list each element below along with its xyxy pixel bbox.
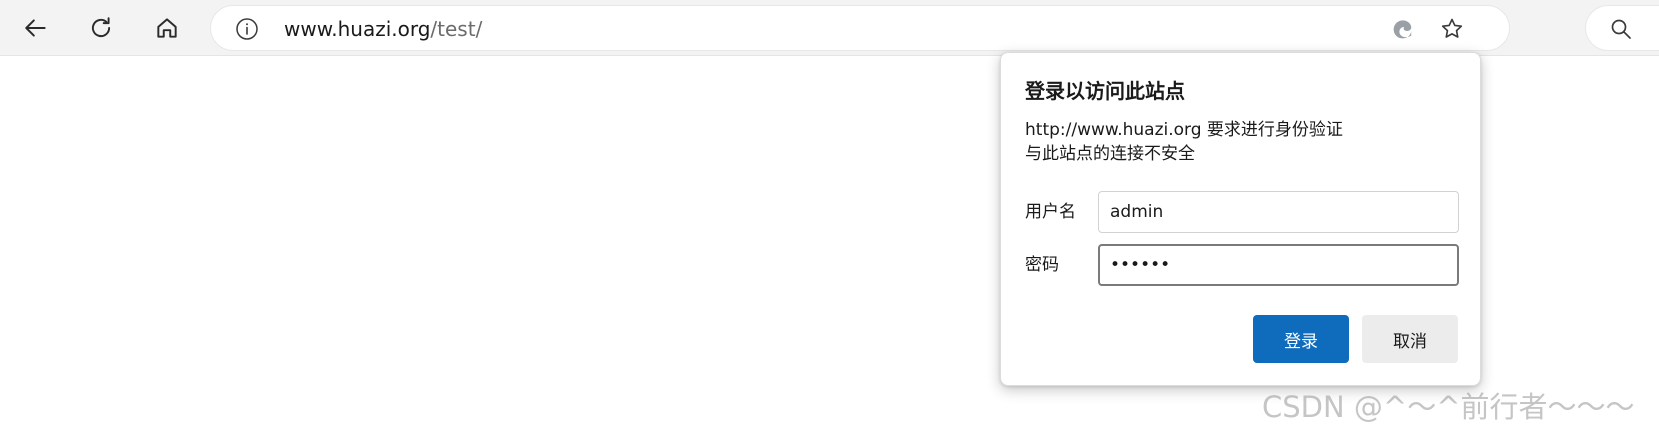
auth-dialog: 登录以访问此站点 http://www.huazi.org 要求进行身份验证 与… [1000, 52, 1481, 386]
home-button[interactable] [148, 9, 186, 47]
edge-logo-icon [1393, 20, 1412, 39]
back-arrow-icon [25, 19, 46, 37]
site-info-button[interactable] [233, 15, 261, 43]
username-label: 用户名 [1025, 202, 1076, 222]
browser-toolbar: www.huazi.org/test/ [0, 0, 1659, 56]
dialog-message-auth: http://www.huazi.org 要求进行身份验证 [1025, 120, 1343, 140]
username-input[interactable] [1098, 191, 1459, 233]
csdn-watermark: CSDN @^～^前行者～～～ [1262, 390, 1635, 424]
info-icon [236, 18, 258, 40]
star-icon [1441, 18, 1463, 38]
dialog-title: 登录以访问此站点 [1025, 79, 1185, 103]
edge-logo-button[interactable] [1388, 15, 1416, 43]
url-path: /test/ [430, 17, 483, 41]
refresh-button[interactable] [82, 9, 120, 47]
refresh-icon [91, 17, 111, 37]
home-icon [157, 18, 177, 38]
search-icon [1611, 19, 1631, 39]
login-button[interactable]: 登录 [1253, 315, 1349, 363]
url-host: www.huazi.org [284, 17, 431, 41]
url-text[interactable]: www.huazi.org/test/ [284, 17, 482, 41]
search-box[interactable] [1585, 5, 1659, 51]
back-button[interactable] [17, 9, 55, 47]
password-input[interactable] [1098, 244, 1459, 286]
favorite-button[interactable] [1438, 15, 1466, 43]
dialog-message-insecure: 与此站点的连接不安全 [1025, 144, 1195, 164]
address-bar[interactable]: www.huazi.org/test/ [210, 5, 1510, 51]
cancel-button[interactable]: 取消 [1362, 315, 1458, 363]
password-label: 密码 [1025, 255, 1059, 275]
